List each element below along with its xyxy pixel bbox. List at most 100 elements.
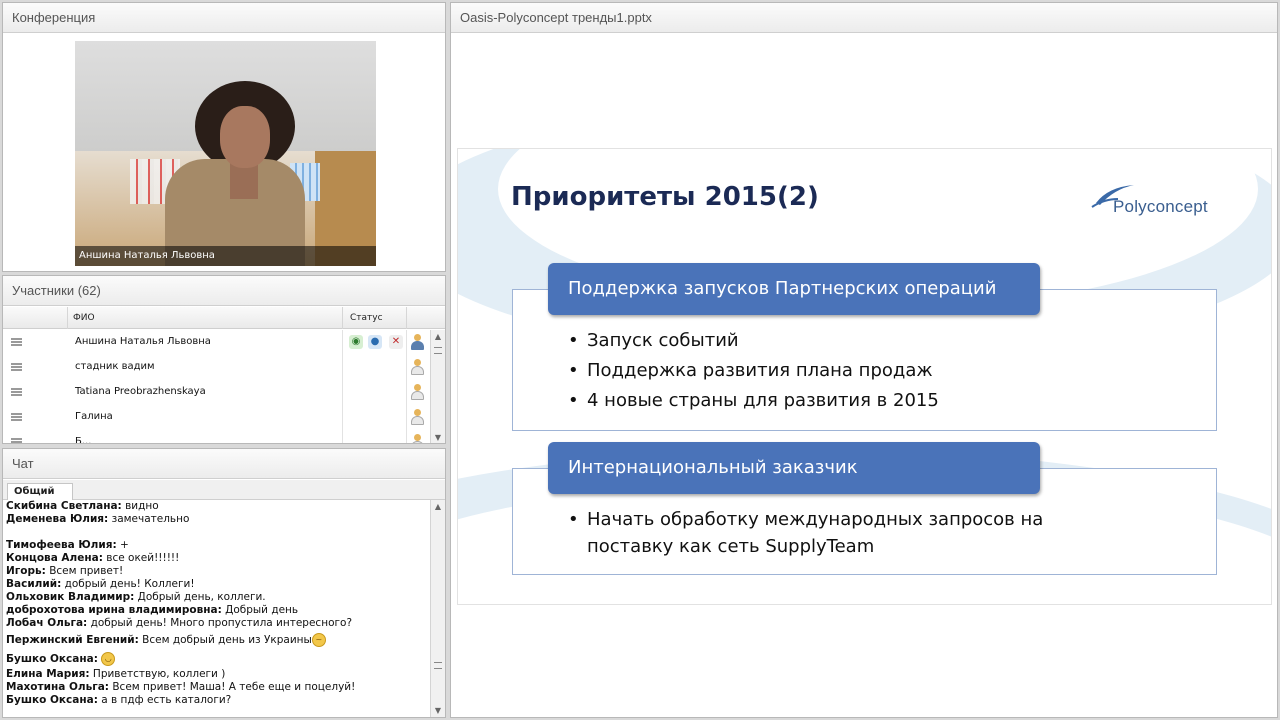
chat-message: Игорь: Всем привет! bbox=[6, 565, 426, 578]
message-text: добрый день! Коллеги! bbox=[64, 578, 195, 590]
bullet-item: 4 новые страны для развития в 2015 bbox=[568, 386, 939, 416]
drag-handle-icon[interactable] bbox=[11, 338, 22, 346]
message-text: замечательно bbox=[111, 513, 190, 525]
scroll-thumb[interactable] bbox=[434, 662, 442, 669]
chat-title: Чат bbox=[3, 449, 445, 479]
participant-name: стадник вадим bbox=[75, 361, 155, 372]
message-text: Приветствую, коллеги ) bbox=[92, 668, 226, 680]
participant-row[interactable]: Аншина Наталья Львовна ◉ ● ✕ bbox=[3, 330, 429, 355]
bullet-item: Запуск событий bbox=[568, 326, 939, 356]
message-text: все окей!!!!!! bbox=[106, 552, 180, 564]
message-author: Бушко Оксана: bbox=[6, 653, 98, 665]
participants-panel: Участники (62) ФИО Статус Аншина Наталья… bbox=[2, 275, 446, 444]
chat-panel: Чат Общий Скибина Светлана: видно Демене… bbox=[2, 448, 446, 718]
user-icon bbox=[410, 334, 424, 350]
participant-name: Б... bbox=[75, 436, 92, 444]
slide-title: Приоритеты 2015(2) bbox=[511, 182, 819, 212]
section1-bullets: Запуск событий Поддержка развития плана … bbox=[568, 326, 939, 416]
chat-message: доброхотова ирина владимировна: Добрый д… bbox=[6, 604, 426, 617]
participant-row[interactable]: Б... bbox=[3, 430, 429, 444]
scroll-down-icon[interactable]: ▼ bbox=[431, 704, 445, 717]
participants-list: Аншина Наталья Львовна ◉ ● ✕ стадник вад… bbox=[3, 330, 429, 444]
tab-general[interactable]: Общий bbox=[7, 483, 73, 500]
participant-name: Галина bbox=[75, 411, 113, 422]
message-author: Василий: bbox=[6, 578, 62, 590]
message-author: Ольховик Владимир: bbox=[6, 591, 135, 603]
message-text: Добрый день, коллеги. bbox=[137, 591, 266, 603]
message-text: Всем добрый день из Украины bbox=[142, 634, 312, 646]
chat-scrollbar[interactable]: ▲ ▼ bbox=[430, 500, 445, 717]
chat-messages: Скибина Светлана: видно Деменева Юлия: з… bbox=[3, 500, 429, 717]
message-text: Всем привет! bbox=[49, 565, 124, 577]
chat-message: Скибина Светлана: видно bbox=[6, 500, 426, 513]
message-text: видно bbox=[125, 500, 159, 512]
drag-handle-icon[interactable] bbox=[11, 413, 22, 421]
message-text: + bbox=[120, 539, 129, 551]
participant-name: Tatiana Preobrazhenskaya bbox=[75, 386, 206, 397]
participant-row[interactable]: стадник вадим bbox=[3, 355, 429, 380]
video-panel-title: Конференция bbox=[3, 3, 445, 33]
message-author: Лобач Ольга: bbox=[6, 617, 88, 629]
microphone-icon[interactable]: ● bbox=[368, 335, 382, 349]
video-feed[interactable]: Аншина Наталья Львовна bbox=[75, 41, 376, 266]
chat-message: Махотина Ольга: Всем привет! Маша! А теб… bbox=[6, 681, 426, 694]
chat-message: Лобач Ольга: добрый день! Много пропусти… bbox=[6, 617, 426, 630]
section1-header: Поддержка запусков Партнерских операций bbox=[548, 263, 1040, 315]
message-author: Пержинский Евгений: bbox=[6, 634, 139, 646]
bullet-item-continuation: поставку как сеть SupplyTeam bbox=[587, 536, 875, 557]
chat-message: Бушко Оксана: ◡ bbox=[6, 651, 426, 668]
participant-name: Аншина Наталья Львовна bbox=[75, 336, 211, 347]
no-video-icon[interactable]: ✕ bbox=[389, 335, 403, 349]
message-author: Концова Алена: bbox=[6, 552, 103, 564]
user-icon bbox=[410, 359, 424, 375]
participants-title: Участники (62) bbox=[3, 276, 445, 306]
confused-smiley-icon: ~ bbox=[311, 633, 326, 647]
user-icon bbox=[410, 384, 424, 400]
polyconcept-logo: Polyconcept bbox=[1088, 181, 1248, 221]
chat-message: Пержинский Евгений: Всем добрый день из … bbox=[6, 632, 426, 649]
user-icon bbox=[410, 434, 424, 443]
chat-message: Концова Алена: все окей!!!!!! bbox=[6, 552, 426, 565]
chat-message: Тимофеева Юлия: + bbox=[6, 539, 426, 552]
scroll-up-icon[interactable]: ▲ bbox=[431, 330, 445, 343]
message-text: добрый день! Много пропустила интересног… bbox=[90, 617, 353, 629]
message-author: Тимофеева Юлия: bbox=[6, 539, 117, 551]
message-text: Добрый день bbox=[225, 604, 299, 616]
bullet-item: Поддержка развития плана продаж bbox=[568, 356, 939, 386]
webcam-icon[interactable]: ◉ bbox=[349, 335, 363, 349]
column-name-header[interactable]: ФИО bbox=[73, 307, 95, 329]
message-text: а в пдф есть каталоги? bbox=[101, 694, 232, 706]
message-author: Елина Мария: bbox=[6, 668, 90, 680]
message-author: Деменева Юлия: bbox=[6, 513, 109, 525]
message-author: Игорь: bbox=[6, 565, 46, 577]
scroll-up-icon[interactable]: ▲ bbox=[431, 500, 445, 513]
drag-handle-icon[interactable] bbox=[11, 438, 22, 443]
scroll-thumb[interactable] bbox=[434, 347, 442, 354]
presentation-panel: Oasis-Polyconcept тренды1.pptx Приоритет… bbox=[450, 2, 1278, 718]
slide: Приоритеты 2015(2) Polyconcept Поддержка… bbox=[457, 148, 1272, 605]
user-icon bbox=[410, 409, 424, 425]
video-panel: Конференция Аншина Наталья Львовна bbox=[2, 2, 446, 272]
chat-message: Бушко Оксана: а в пдф есть каталоги? bbox=[6, 694, 426, 707]
message-author: Махотина Ольга: bbox=[6, 681, 109, 693]
chat-message: Василий: добрый день! Коллеги! bbox=[6, 578, 426, 591]
logo-text: Polyconcept bbox=[1113, 197, 1208, 216]
scroll-down-icon[interactable]: ▼ bbox=[431, 431, 445, 443]
participant-row[interactable]: Галина bbox=[3, 405, 429, 430]
participant-row[interactable]: Tatiana Preobrazhenskaya bbox=[3, 380, 429, 405]
participants-scrollbar[interactable]: ▲ ▼ bbox=[430, 330, 445, 443]
presentation-title: Oasis-Polyconcept тренды1.pptx bbox=[451, 3, 1277, 33]
drag-handle-icon[interactable] bbox=[11, 388, 22, 396]
message-author: доброхотова ирина владимировна: bbox=[6, 604, 222, 616]
message-text: Всем привет! Маша! А тебе еще и поцелуй! bbox=[112, 681, 356, 693]
message-author: Бушко Оксана: bbox=[6, 694, 98, 706]
section2-header: Интернациональный заказчик bbox=[548, 442, 1040, 494]
drag-handle-icon[interactable] bbox=[11, 363, 22, 371]
participants-table-header: ФИО Статус bbox=[3, 307, 445, 329]
grin-smiley-icon: ◡ bbox=[101, 652, 116, 666]
chat-tabs: Общий bbox=[3, 480, 445, 500]
speaker-caption: Аншина Наталья Львовна bbox=[75, 246, 376, 266]
column-status-header[interactable]: Статус bbox=[342, 307, 407, 329]
chat-message: Елина Мария: Приветствую, коллеги ) bbox=[6, 668, 426, 681]
chat-message: Ольховик Владимир: Добрый день, коллеги. bbox=[6, 591, 426, 604]
